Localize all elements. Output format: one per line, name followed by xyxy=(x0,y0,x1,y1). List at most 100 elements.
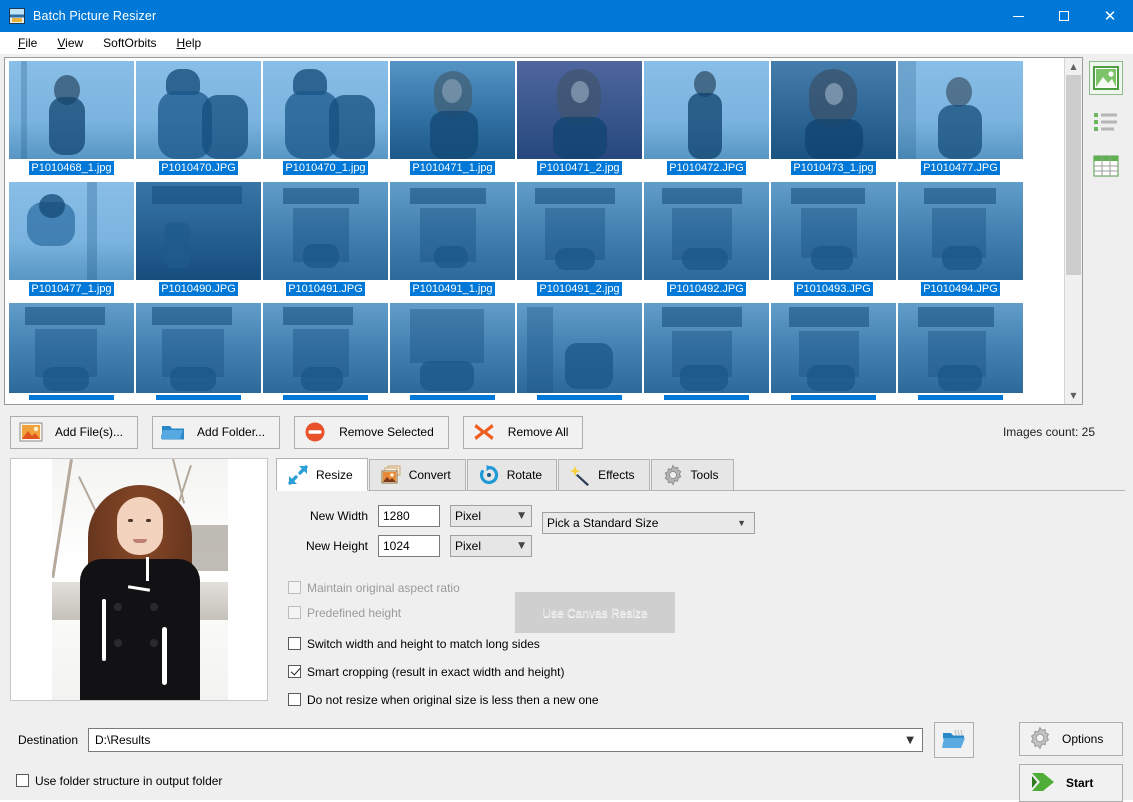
switch-width-height-row[interactable]: Switch width and height to match long si… xyxy=(288,631,1125,656)
remove-all-button[interactable]: Remove All xyxy=(463,416,584,449)
title-bar: Batch Picture Resizer ✕ xyxy=(0,0,1133,32)
thumbnail-label: P1010492.JPG xyxy=(667,282,746,296)
tab-resize[interactable]: Resize xyxy=(276,458,368,491)
scroll-up-button[interactable]: ▲ xyxy=(1065,58,1082,75)
details-view-button[interactable] xyxy=(1089,149,1123,183)
resize-arrows-icon xyxy=(287,464,309,486)
remove-selected-button[interactable]: Remove Selected xyxy=(294,416,449,449)
browse-folder-button[interactable] xyxy=(934,722,974,758)
thumbnail-item[interactable]: P1010472.JPG xyxy=(644,61,769,181)
thumbnail-item[interactable]: P1010491.JPG xyxy=(263,182,388,302)
thumbnail-image xyxy=(136,303,261,393)
thumbnail-item[interactable] xyxy=(136,303,261,400)
add-picture-icon xyxy=(19,421,43,443)
scroll-down-button[interactable]: ▼ xyxy=(1065,387,1082,404)
close-icon: ✕ xyxy=(1104,9,1117,24)
use-canvas-resize-button[interactable]: Use Canvas Resize xyxy=(515,592,675,633)
folder-open-icon xyxy=(942,729,966,751)
table-icon xyxy=(1093,154,1119,178)
image-list-panel[interactable]: P1010468_1.jpg P1010470.JPG xyxy=(4,57,1083,405)
maximize-button[interactable] xyxy=(1041,0,1087,32)
thumbnail-item[interactable]: P1010471_2.jpg xyxy=(517,61,642,181)
thumbnail-item[interactable] xyxy=(517,303,642,400)
thumbnail-item[interactable]: P1010493.JPG xyxy=(771,182,896,302)
smart-cropping-row[interactable]: Smart cropping (result in exact width an… xyxy=(288,659,1125,684)
use-canvas-resize-label: Use Canvas Resize xyxy=(542,606,647,620)
tab-effects[interactable]: Effects xyxy=(558,459,649,490)
lower-area: Resize C xyxy=(0,458,1133,712)
thumbnail-item[interactable] xyxy=(263,303,388,400)
thumbnail-item[interactable]: P1010468_1.jpg xyxy=(9,61,134,181)
add-folder-button[interactable]: Add Folder... xyxy=(152,416,280,449)
use-folder-structure-row[interactable]: Use folder structure in output folder xyxy=(16,768,1125,793)
tab-convert[interactable]: Convert xyxy=(369,459,466,490)
predefined-height-checkbox[interactable] xyxy=(288,606,301,619)
tab-tools[interactable]: Tools xyxy=(651,459,734,490)
scrollbar-track[interactable] xyxy=(1065,75,1082,387)
thumbnail-item[interactable]: P1010470_1.jpg xyxy=(263,61,388,181)
thumbnail-item[interactable]: P1010471_1.jpg xyxy=(390,61,515,181)
selection-bar xyxy=(918,395,1003,400)
menu-view[interactable]: View xyxy=(47,34,93,52)
minimize-icon xyxy=(1013,16,1024,17)
start-button[interactable]: Start xyxy=(1019,764,1123,802)
thumbnail-scrollbar[interactable]: ▲ ▼ xyxy=(1064,58,1082,404)
thumbnail-item[interactable]: P1010494.JPG xyxy=(898,182,1023,302)
thumbnail-item[interactable] xyxy=(644,303,769,400)
do-not-resize-checkbox[interactable] xyxy=(288,693,301,706)
close-button[interactable]: ✕ xyxy=(1087,0,1133,32)
minimize-button[interactable] xyxy=(995,0,1041,32)
selection-bar xyxy=(29,395,114,400)
thumbnail-image xyxy=(9,182,134,280)
new-width-unit-select[interactable]: Pixel ▼ xyxy=(450,505,532,527)
maintain-aspect-ratio-checkbox[interactable] xyxy=(288,581,301,594)
do-not-resize-row[interactable]: Do not resize when original size is less… xyxy=(288,687,1125,712)
thumbnail-image xyxy=(517,303,642,393)
thumbnail-item[interactable] xyxy=(390,303,515,400)
use-folder-structure-checkbox[interactable] xyxy=(16,774,29,787)
selection-bar xyxy=(537,395,622,400)
thumbnail-item[interactable]: P1010491_1.jpg xyxy=(390,182,515,302)
thumbnail-item[interactable]: P1010492.JPG xyxy=(644,182,769,302)
thumbnail-item[interactable]: P1010477_1.jpg xyxy=(9,182,134,302)
folder-icon xyxy=(161,421,185,443)
window-controls: ✕ xyxy=(995,0,1133,32)
thumbnails-view-button[interactable] xyxy=(1089,61,1123,95)
switch-width-height-checkbox[interactable] xyxy=(288,637,301,650)
thumbnail-image xyxy=(136,61,261,159)
predefined-height-row[interactable]: Predefined height xyxy=(288,600,1125,625)
menu-file[interactable]: File xyxy=(8,34,47,52)
destination-combobox[interactable]: D:\Results ▼ xyxy=(88,728,923,752)
thumbnail-item[interactable]: P1010470.JPG xyxy=(136,61,261,181)
thumbnail-label: P1010477_1.jpg xyxy=(29,282,113,296)
tab-rotate[interactable]: Rotate xyxy=(467,459,557,490)
thumbnail-image xyxy=(390,182,515,280)
thumbnail-item[interactable]: P1010477.JPG xyxy=(898,61,1023,181)
add-files-label: Add File(s)... xyxy=(55,425,123,439)
new-height-unit-select[interactable]: Pixel ▼ xyxy=(450,535,532,557)
thumbnail-image xyxy=(644,182,769,280)
list-icon xyxy=(1093,111,1119,133)
thumbnail-item[interactable] xyxy=(898,303,1023,400)
preview-panel[interactable] xyxy=(10,458,268,701)
thumbnail-item[interactable]: P1010490.JPG xyxy=(136,182,261,302)
add-folder-label: Add Folder... xyxy=(197,425,265,439)
add-files-button[interactable]: Add File(s)... xyxy=(10,416,138,449)
thumbnail-label: P1010493.JPG xyxy=(794,282,873,296)
scrollbar-thumb[interactable] xyxy=(1066,75,1081,275)
thumbnail-item[interactable]: P1010473_1.jpg xyxy=(771,61,896,181)
options-button[interactable]: Options xyxy=(1019,722,1123,756)
smart-cropping-checkbox[interactable] xyxy=(288,665,301,678)
list-view-button[interactable] xyxy=(1089,105,1123,139)
thumbnail-item[interactable]: P1010491_2.jpg xyxy=(517,182,642,302)
output-settings-bar: Destination D:\Results ▼ Use folder stru… xyxy=(0,712,1133,800)
standard-size-select[interactable]: Pick a Standard Size ▼ xyxy=(542,512,755,534)
thumbnail-label: P1010491_2.jpg xyxy=(537,282,621,296)
new-width-input[interactable] xyxy=(378,505,440,527)
maintain-aspect-ratio-row[interactable]: Maintain original aspect ratio xyxy=(288,575,1125,600)
thumbnail-item[interactable] xyxy=(9,303,134,400)
thumbnail-item[interactable] xyxy=(771,303,896,400)
new-height-input[interactable] xyxy=(378,535,440,557)
menu-softorbits[interactable]: SoftOrbits xyxy=(93,34,166,52)
menu-help[interactable]: Help xyxy=(167,34,212,52)
